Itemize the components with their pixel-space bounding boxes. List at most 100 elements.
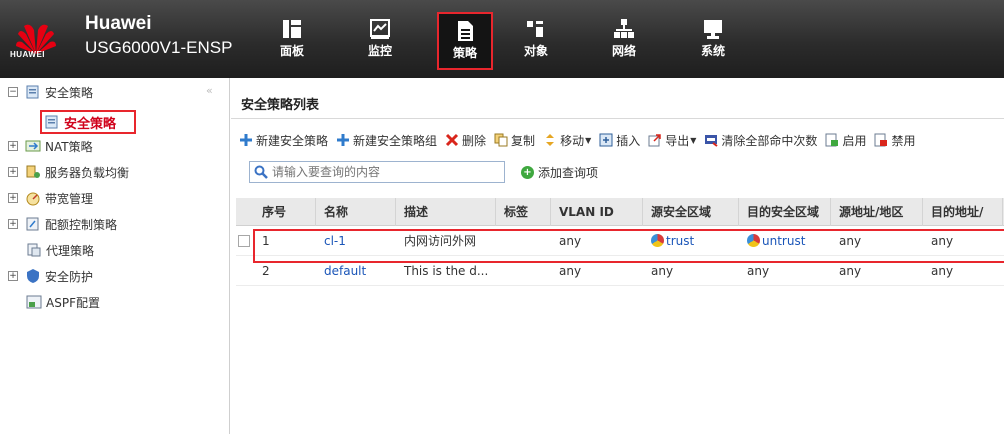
search-field[interactable] [249,161,505,183]
tree-node-security-policy[interactable]: − 安全策略 [8,82,93,102]
tree-node-nat-policy[interactable]: + NAT策略 [8,136,93,156]
add-query-button[interactable]: + 添加查询项 [521,164,598,181]
expand-icon[interactable]: + [8,193,18,203]
collapse-sidebar-icon[interactable]: « [206,84,213,97]
copy-label: 复制 [511,133,536,148]
new-policy-group-label: 新建安全策略组 [353,133,438,148]
enable-button[interactable]: 启用 [825,132,866,149]
cell-source-address: any [839,233,862,248]
cell-vlan: any [559,263,582,278]
tree-node-label: 安全防护 [45,269,94,284]
column-header[interactable]: 目的地址/ [923,197,1003,226]
copy-icon [494,133,508,147]
nav-system[interactable]: 系统 [685,12,741,70]
column-header[interactable]: 描述 [396,197,496,226]
policy-folder-icon [26,85,39,99]
bandwidth-icon [26,192,40,206]
nav-label: 面板 [279,44,304,58]
nav-monitor[interactable]: 监控 [352,12,408,70]
clear-hits-label: 清除全部命中次数 [721,133,818,148]
cell-dest-zone: untrust [739,234,831,248]
nav-label: 系统 [700,44,725,58]
tree-node-quota-control[interactable]: + 配额控制策略 [8,214,117,234]
tree-node-label: 服务器负载均衡 [45,165,130,180]
column-header[interactable]: 标签 [496,197,551,226]
brand-name: Huawei [85,13,152,34]
disable-button[interactable]: 禁用 [874,132,915,149]
zone-icon [651,234,664,247]
nav-object[interactable]: 对象 [508,12,564,70]
cell-source-address: any [839,263,862,278]
search-input[interactable] [272,165,492,179]
disable-label: 禁用 [891,133,916,148]
add-query-label: 添加查询项 [538,166,599,180]
column-header[interactable]: VLAN ID [551,197,643,226]
row-checkbox-cell [236,234,254,247]
quota-icon [26,217,39,231]
logo-text: HUAWEI [10,50,45,59]
policy-toolbar: 新建安全策略 新建安全策略组 删除 复制 移动 ▼ 插入 导出 ▼ 清除全部命中… [239,130,923,150]
new-policy-button[interactable]: 新建安全策略 [239,132,328,149]
cell-no: 2 [262,263,270,278]
divider [231,118,1004,119]
tree-node-proxy-policy[interactable]: 代理策略 [26,240,94,260]
cell-dest-address: any [931,263,954,278]
policy-table: 序号 名称 描述 标签 VLAN ID 源安全区域 目的安全区域 源地址/地区 … [236,197,1004,286]
tree-node-server-load-balancing[interactable]: + 服务器负载均衡 [8,162,129,182]
zone-label[interactable]: untrust [762,234,805,248]
header-checkbox-column [236,198,254,226]
expand-icon[interactable]: + [8,271,18,281]
sidebar-tree: « − 安全策略 安全策略 + NAT策略 + 服务器负载均衡 + 带宽管理 +… [0,78,230,434]
nav-label: 监控 [367,44,392,58]
cell-no: 1 [262,233,270,248]
cell-source-zone: trust [643,234,739,248]
table-row[interactable]: 1 cl-1 内网访问外网 any trust untrust any any [236,226,1004,256]
tree-node-label: 带宽管理 [45,191,94,206]
clear-hits-button[interactable]: 清除全部命中次数 [704,132,817,149]
delete-icon [445,133,459,147]
tree-node-aspf[interactable]: ASPF配置 [26,292,100,312]
nav-network[interactable]: 网络 [596,12,652,70]
tree-node-security-policy-selected[interactable]: 安全策略 [40,110,136,134]
add-circle-icon: + [521,166,534,179]
tree-node-security-protection[interactable]: + 安全防护 [8,266,93,286]
tree-node-bandwidth[interactable]: + 带宽管理 [8,188,93,208]
top-header: HUAWEI Huawei USG6000V1-ENSP 面板 监控 策略 对象… [0,0,1004,78]
zone-icon [747,234,760,247]
row-checkbox[interactable] [238,234,250,247]
disable-icon [874,133,888,147]
new-policy-group-button[interactable]: 新建安全策略组 [336,132,437,149]
clear-counter-icon [705,135,719,147]
move-button[interactable]: 移动 ▼ [543,132,591,149]
zone-label[interactable]: trust [666,234,694,248]
tree-node-label: NAT策略 [45,139,93,154]
nav-policy[interactable]: 策略 [437,12,493,70]
policy-name-link[interactable]: default [316,264,396,278]
export-label: 导出 [665,133,690,148]
enable-icon [825,133,839,147]
expand-icon[interactable]: + [8,141,18,151]
policy-doc-icon [45,115,58,129]
column-header[interactable]: 名称 [316,197,396,226]
nat-icon [25,140,41,152]
insert-button[interactable]: 插入 [599,132,640,149]
nav-dashboard[interactable]: 面板 [264,12,320,70]
table-header: 序号 名称 描述 标签 VLAN ID 源安全区域 目的安全区域 源地址/地区 … [236,197,1004,226]
expand-icon[interactable]: + [8,167,18,177]
column-header[interactable]: 源地址/地区 [831,197,923,226]
delete-button[interactable]: 删除 [445,132,486,149]
export-button[interactable]: 导出 ▼ [648,132,696,149]
collapse-icon[interactable]: − [8,87,18,97]
cell-description: This is the d... [404,263,489,278]
tree-node-label: 安全策略 [45,85,94,100]
insert-label: 插入 [616,133,641,148]
column-header[interactable]: 源安全区域 [643,197,739,226]
expand-icon[interactable]: + [8,219,18,229]
table-row[interactable]: 2 default This is the d... any any any a… [236,256,1004,286]
column-header[interactable]: 序号 [254,197,316,226]
policy-name-link[interactable]: cl-1 [316,234,396,248]
column-header[interactable]: 目的安全区域 [739,197,831,226]
copy-button[interactable]: 复制 [494,132,535,149]
move-icon [546,134,555,146]
delete-label: 删除 [462,133,487,148]
